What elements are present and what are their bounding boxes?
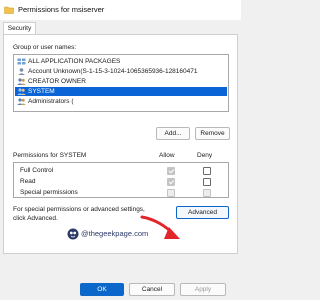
cancel-button[interactable]: Cancel — [129, 283, 175, 296]
user-unknown-icon — [18, 68, 25, 75]
permission-row-full-control: Full Control — [14, 166, 228, 176]
allow-checkbox-read — [167, 178, 175, 186]
permission-name: Special permissions — [20, 189, 78, 196]
deny-column-header: Deny — [197, 152, 213, 159]
list-item[interactable]: ALL APPLICATION PACKAGES — [15, 57, 227, 66]
list-item-label: SYSTEM — [28, 88, 55, 95]
list-item-label: Administrators ( — [28, 98, 74, 105]
package-group-icon — [17, 58, 26, 65]
permissions-list: Full Control Read Special permissions — [13, 162, 229, 198]
watermark: @thegeekpage.com — [67, 227, 171, 241]
permission-name: Full Control — [20, 167, 54, 174]
users-icon — [17, 78, 26, 85]
folder-icon — [4, 6, 14, 14]
ok-button[interactable]: OK — [80, 283, 124, 296]
allow-checkbox-special — [167, 189, 175, 197]
allow-column-header: Allow — [159, 152, 175, 159]
list-item-selected[interactable]: SYSTEM — [15, 87, 227, 96]
advanced-text-line1: For special permissions or advanced sett… — [13, 206, 145, 213]
deny-checkbox-special — [203, 189, 211, 197]
users-icon — [17, 98, 26, 105]
group-user-listbox[interactable]: ALL APPLICATION PACKAGES Account Unknown… — [13, 54, 229, 112]
add-button[interactable]: Add... — [156, 127, 190, 140]
deny-checkbox-read[interactable] — [203, 178, 211, 186]
permissions-label: Permissions for SYSTEM — [13, 152, 87, 159]
apply-button[interactable]: Apply — [180, 283, 226, 296]
title-bar: Permissions for msiserver — [0, 0, 241, 20]
list-item[interactable]: CREATOR OWNER — [15, 77, 227, 86]
allow-checkbox-full-control — [167, 167, 175, 175]
list-item-label: CREATOR OWNER — [28, 78, 86, 85]
advanced-text-line2: click Advanced. — [13, 215, 58, 222]
group-names-label: Group or user names: — [13, 44, 77, 51]
users-icon — [17, 88, 26, 95]
deny-checkbox-full-control[interactable] — [203, 167, 211, 175]
permission-name: Read — [20, 178, 36, 185]
list-item[interactable]: Administrators ( — [15, 97, 227, 106]
permission-row-read: Read — [14, 177, 228, 187]
list-item-label: Account Unknown(S-1-15-3-1024-1065365936… — [28, 68, 198, 75]
remove-button[interactable]: Remove — [195, 127, 230, 140]
list-item-label: ALL APPLICATION PACKAGES — [28, 58, 121, 65]
list-item[interactable]: Account Unknown(S-1-15-3-1024-1065365936… — [15, 67, 227, 76]
geek-logo-icon — [67, 228, 79, 240]
window-title: Permissions for msiserver — [18, 5, 105, 14]
permission-row-special: Special permissions — [14, 188, 228, 198]
watermark-text: @thegeekpage.com — [81, 229, 149, 238]
